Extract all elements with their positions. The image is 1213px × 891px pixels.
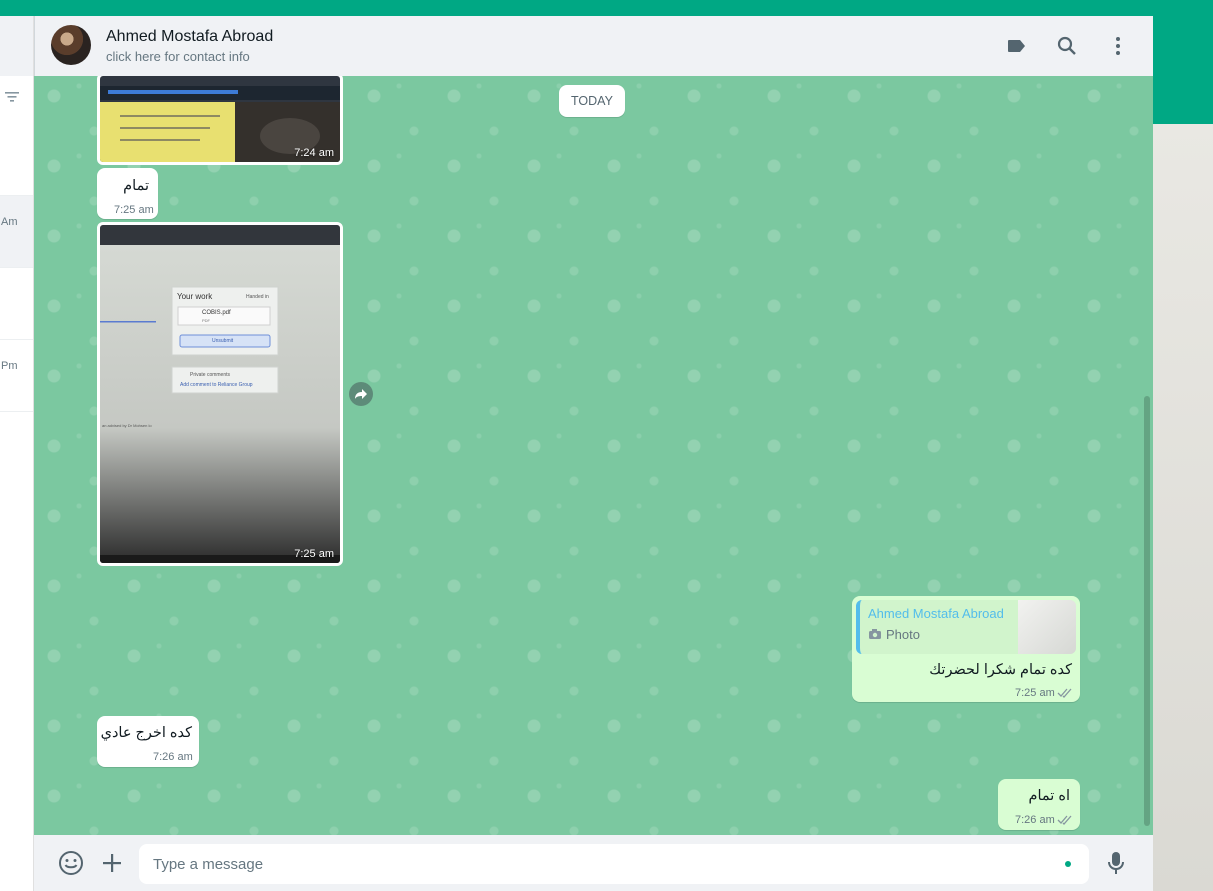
message-time: 7:25 am bbox=[294, 548, 334, 560]
mic-icon[interactable] bbox=[1102, 849, 1130, 877]
message-time: 7:24 am bbox=[294, 147, 334, 159]
date-chip: TODAY bbox=[559, 85, 625, 117]
message-text: اه تمام bbox=[1028, 788, 1070, 804]
label-icon[interactable] bbox=[1005, 34, 1029, 58]
menu-dots-icon[interactable] bbox=[1106, 34, 1130, 58]
quoted-message[interactable]: Ahmed Mostafa Abroad Photo bbox=[856, 600, 1076, 654]
image-text-caption: an advised by Dr Mohsen lo bbox=[102, 423, 152, 428]
message-input[interactable] bbox=[139, 844, 1089, 884]
message-time: 7:26 am bbox=[1015, 814, 1055, 826]
sidebar-header bbox=[0, 16, 33, 76]
read-ticks-icon bbox=[1057, 815, 1072, 825]
message-text: كده اخرج عادي bbox=[100, 725, 192, 741]
whatsapp-app: Am Pm Ahmed Mostafa Abroad click here fo… bbox=[0, 16, 1153, 891]
message-pane[interactable]: TODAY 7:24 am تمام 7:25 am Your work Han… bbox=[34, 76, 1153, 835]
attach-plus-icon[interactable] bbox=[98, 849, 126, 877]
incoming-message[interactable]: تمام 7:25 am bbox=[97, 168, 158, 219]
image-message[interactable]: Your work Handed in COBIS.pdf PDF Unsubm… bbox=[97, 222, 343, 566]
read-ticks-icon bbox=[1057, 688, 1072, 698]
search-icon[interactable] bbox=[1055, 34, 1079, 58]
chat-list-item[interactable] bbox=[0, 268, 33, 340]
image-photo-laptop bbox=[100, 225, 340, 563]
camera-icon bbox=[869, 629, 881, 639]
image-text-heading: Your work bbox=[177, 292, 213, 301]
forward-icon[interactable] bbox=[349, 382, 373, 406]
message-time: 7:25 am bbox=[1015, 687, 1055, 699]
message-composer bbox=[34, 835, 1153, 891]
emoji-icon[interactable] bbox=[57, 849, 85, 877]
image-text-button: Unsubmit bbox=[212, 338, 234, 344]
message-time: 7:25 am bbox=[114, 204, 154, 216]
image-text-add-comment: Add comment to Reliance Group bbox=[180, 382, 253, 388]
input-status-dot bbox=[1065, 861, 1071, 867]
outgoing-reply-message[interactable]: Ahmed Mostafa Abroad Photo كده تمام شكرا… bbox=[852, 596, 1080, 702]
message-text: تمام bbox=[123, 178, 149, 194]
chat-list-item[interactable]: Pm bbox=[0, 340, 33, 412]
conversation-header[interactable]: Ahmed Mostafa Abroad click here for cont… bbox=[34, 16, 1153, 76]
chat-list-sidebar: Am Pm bbox=[0, 16, 34, 891]
contact-info-hint[interactable]: click here for contact info bbox=[106, 49, 250, 64]
contact-name[interactable]: Ahmed Mostafa Abroad bbox=[106, 28, 273, 46]
message-text: كده تمام شكرا لحضرتك bbox=[929, 662, 1072, 678]
outgoing-message[interactable]: اه تمام 7:26 am bbox=[998, 779, 1080, 830]
quoted-sender: Ahmed Mostafa Abroad bbox=[868, 606, 1004, 621]
message-time: 7:26 am bbox=[153, 751, 193, 763]
scrollbar[interactable] bbox=[1144, 396, 1150, 826]
quoted-type: Photo bbox=[886, 627, 920, 642]
quoted-thumbnail bbox=[1018, 600, 1076, 654]
incoming-message[interactable]: كده اخرج عادي 7:26 am bbox=[97, 716, 199, 767]
image-text-comments: Private comments bbox=[190, 372, 231, 378]
chat-list-item[interactable] bbox=[0, 124, 33, 196]
chat-list-time: Am bbox=[1, 216, 18, 228]
image-text-file-type: PDF bbox=[202, 318, 210, 323]
background-panel bbox=[1153, 124, 1213, 891]
filter-icon[interactable] bbox=[4, 90, 20, 104]
image-text-file: COBIS.pdf bbox=[202, 310, 231, 316]
image-text-status: Handed in bbox=[246, 294, 269, 300]
image-message[interactable]: 7:24 am bbox=[97, 76, 343, 165]
chat-list-item-selected[interactable]: Am bbox=[0, 196, 33, 268]
chat-list-time: Pm bbox=[1, 360, 18, 372]
avatar[interactable] bbox=[51, 25, 91, 65]
